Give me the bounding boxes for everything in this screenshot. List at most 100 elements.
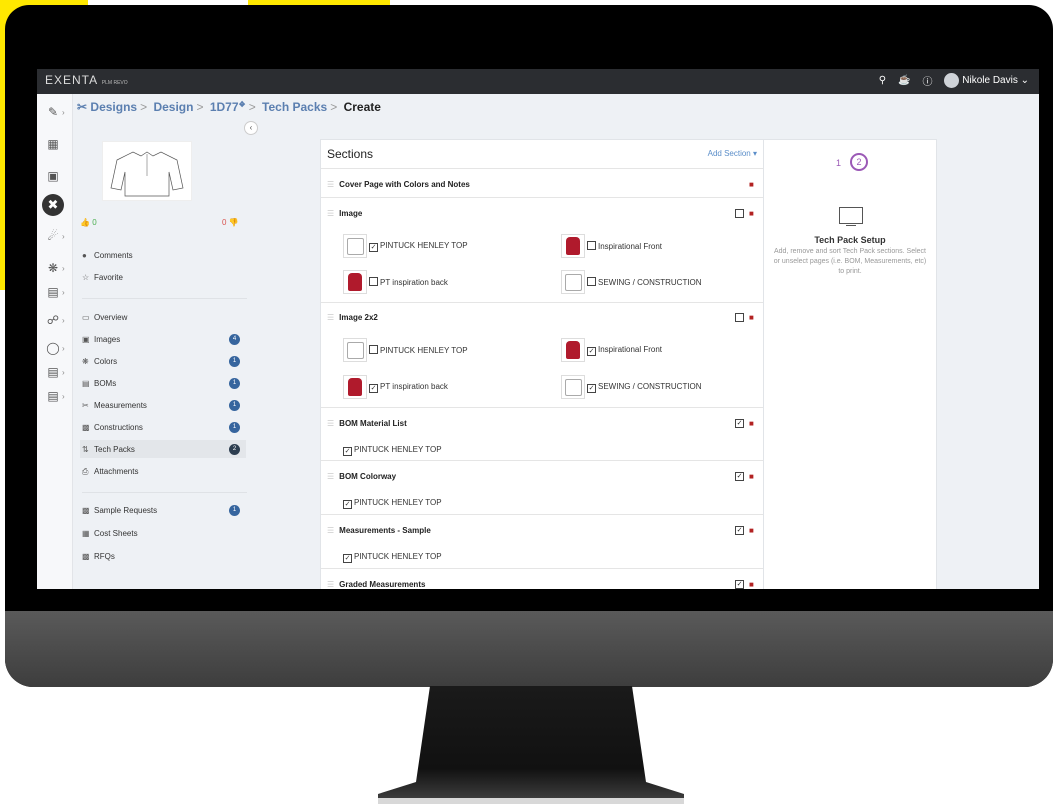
trash-icon[interactable]: ■ [749,209,754,218]
checkbox[interactable]: ✓ [587,384,596,393]
step-2-active[interactable]: 2 [850,153,868,171]
sections-panel: Sections Add Section ▾ ☰ Cover Page with … [320,139,764,589]
checkbox[interactable]: ✓ [587,347,596,356]
sidebar-item-constructions[interactable]: ▩ Constructions [82,423,143,432]
design-module-icon[interactable]: ✎ [45,104,61,120]
image-module-icon[interactable]: ▣ [45,168,61,184]
label-module-icon[interactable]: ◯ [45,340,61,356]
breadcrumb-tech-packs[interactable]: Tech Packs [262,100,327,114]
sample-requests-count-badge: 1 [229,505,240,516]
trash-icon[interactable]: ■ [749,472,754,481]
page-option[interactable]: ✓ PINTUCK HENLEY TOP [343,445,442,456]
page-option[interactable]: ✓ PT inspiration back [369,382,448,393]
sidebar-item-attachments[interactable]: ⎙ Attachments [82,467,138,477]
trash-icon[interactable]: ■ [749,180,754,189]
section-row-title[interactable]: ☰ Image 2x2 [327,313,378,322]
user-menu[interactable]: Nikole Davis ⌄ [944,73,1029,88]
report-module-icon[interactable]: ▤ [45,388,61,404]
collapse-panel-button[interactable]: ‹ [244,121,258,135]
search-icon[interactable]: ⚲ [879,75,886,86]
page-option[interactable]: Inspirational Front [587,241,662,251]
trash-icon[interactable]: ■ [749,526,754,535]
app-screen: EXENTA PLM REVO ⚲ ☕ ⓘ Nikole Davis ⌄ ✎ › … [37,69,1039,589]
checkbox[interactable] [587,277,596,286]
scissors-module-icon[interactable]: ✖ [42,194,64,216]
sample-icon: ▩ [82,506,90,515]
section-checkbox[interactable]: ✓ [735,419,744,428]
document-icon: ▩ [82,423,90,432]
app-logo[interactable]: EXENTA PLM REVO [45,73,128,87]
comment-icon: ● [82,251,87,260]
color-module-icon[interactable]: ❋ [45,260,61,276]
list-icon: ▤ [82,379,90,388]
checkbox[interactable]: ✓ [343,447,352,456]
sidebar-item-colors[interactable]: ❋ Colors [82,357,117,366]
sidebar-item-boms[interactable]: ▤ BOMs [82,379,116,388]
section-checkbox[interactable] [735,209,744,218]
materials-module-icon[interactable]: ▤ [45,284,61,300]
checkbox[interactable] [369,345,378,354]
page-option[interactable]: SEWING / CONSTRUCTION [587,277,702,287]
section-row-title[interactable]: ☰ BOM Material List [327,419,407,428]
info-icon[interactable]: ❖ [239,100,246,109]
breadcrumb-designs[interactable]: Designs [90,100,137,114]
network-module-icon[interactable]: ☍ [45,312,61,328]
bell-icon[interactable]: ☕ [898,75,910,86]
chevron-right-icon: › [62,288,65,297]
sidebar-item-tech-packs[interactable]: ⇅ Tech Packs [82,445,135,454]
checkbox[interactable] [369,277,378,286]
step-1[interactable]: 1 [836,158,841,168]
add-section-dropdown[interactable]: Add Section ▾ [708,149,757,158]
list-module-icon[interactable]: ▤ [45,364,61,380]
drag-handle-icon[interactable]: ☰ [327,313,334,322]
section-checkbox[interactable]: ✓ [735,526,744,535]
drag-handle-icon[interactable]: ☰ [327,209,334,218]
sidebar-item-overview[interactable]: ▭ Overview [82,313,127,322]
checkbox[interactable]: ✓ [369,384,378,393]
section-checkbox[interactable]: ✓ [735,472,744,481]
breadcrumb-design[interactable]: Design [153,100,193,114]
checkbox[interactable]: ✓ [369,243,378,252]
checkbox[interactable]: ✓ [343,554,352,563]
help-icon[interactable]: ⓘ [922,73,932,88]
dislike-count[interactable]: 0 👎 [222,218,239,227]
trash-icon[interactable]: ■ [749,419,754,428]
section-row-title[interactable]: ☰ Graded Measurements [327,580,425,589]
page-option[interactable]: ✓ SEWING / CONSTRUCTION [587,382,702,393]
divider [321,197,763,198]
sidebar-item-rfqs[interactable]: ▩ RFQs [82,552,115,561]
checkbox[interactable]: ✓ [343,500,352,509]
like-count[interactable]: 👍 0 [80,218,97,227]
checkbox[interactable] [587,241,596,250]
image-icon: ▣ [82,335,90,344]
trash-icon[interactable]: ■ [749,580,754,589]
drag-handle-icon[interactable]: ☰ [327,580,334,589]
page-option[interactable]: PINTUCK HENLEY TOP [369,345,468,355]
sidebar-item-sample-requests[interactable]: ▩ Sample Requests [82,506,157,515]
section-row-title[interactable]: ☰ BOM Colorway [327,472,396,481]
page-option[interactable]: ✓ Inspirational Front [587,345,662,356]
page-option[interactable]: PT inspiration back [369,277,448,287]
section-checkbox[interactable]: ✓ [735,580,744,589]
drag-handle-icon[interactable]: ☰ [327,180,334,189]
drag-handle-icon[interactable]: ☰ [327,526,334,535]
sidebar-item-images[interactable]: ▣ Images [82,335,120,344]
trash-icon[interactable]: ■ [749,313,754,322]
drag-handle-icon[interactable]: ☰ [327,419,334,428]
design-sketch-image[interactable] [102,141,192,201]
section-row-title[interactable]: ☰ Cover Page with Colors and Notes [327,180,470,189]
drag-handle-icon[interactable]: ☰ [327,472,334,481]
comments-link[interactable]: ● Comments [82,251,133,260]
section-row-title[interactable]: ☰ Measurements - Sample [327,526,431,535]
page-option[interactable]: ✓ PINTUCK HENLEY TOP [343,498,442,509]
tag-module-icon[interactable]: ☄ [45,228,61,244]
favorite-link[interactable]: ☆ Favorite [82,273,123,282]
page-option[interactable]: ✓ PINTUCK HENLEY TOP [343,552,442,563]
section-checkbox[interactable] [735,313,744,322]
sidebar-item-measurements[interactable]: ✂ Measurements [82,401,147,410]
sidebar-item-cost-sheets[interactable]: ▦ Cost Sheets [82,529,138,538]
section-row-title[interactable]: ☰ Image [327,209,362,218]
library-module-icon[interactable]: ▦ [45,136,61,152]
page-option[interactable]: ✓ PINTUCK HENLEY TOP [369,241,468,252]
breadcrumb-item[interactable]: 1D77 [210,100,239,114]
